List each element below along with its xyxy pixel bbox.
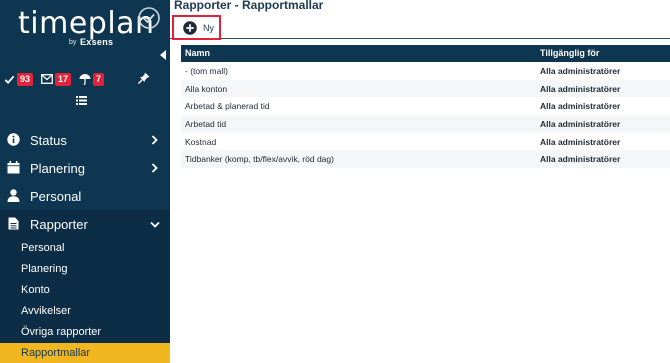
new-button-label: Ny — [203, 22, 214, 33]
document-icon — [8, 217, 19, 230]
nav-label-planering: Planering — [30, 160, 85, 176]
chevron-right-icon — [151, 135, 158, 145]
sidebar: timeplan by Exsens 93 17 7 Status Planer… — [0, 0, 170, 363]
table-row[interactable]: Arbetad & planerad tid Alla administratör… — [181, 97, 670, 115]
tasks-badge: 93 — [17, 72, 34, 86]
templates-table: Namn Tillgänglig för - (tom mall) Alla ad… — [181, 45, 670, 169]
pin-icon[interactable] — [138, 72, 150, 84]
nav-item-personal[interactable]: Personal — [0, 182, 170, 210]
messages-counter[interactable]: 17 — [41, 72, 72, 86]
submenu-item-planering[interactable]: Planering — [0, 259, 170, 280]
info-icon — [7, 133, 20, 146]
rapporter-submenu: Personal Planering Konto Avvikelser Övri… — [0, 238, 170, 363]
umbrella-icon — [79, 74, 91, 85]
page-title: Rapporter - Rapportmallar — [174, 0, 324, 12]
table-row[interactable]: Alla konton Alla administratörer — [181, 79, 670, 98]
cell-tillganglig: Alla administratörer — [540, 101, 621, 112]
table-row[interactable]: - (tom mall) Alla administratörer — [181, 62, 670, 80]
logo-text: timeplan — [18, 6, 155, 41]
nav-label-rapporter: Rapporter — [30, 216, 88, 232]
cell-tillganglig: Alla administratörer — [540, 83, 621, 94]
cell-tillganglig: Alla administratörer — [540, 66, 621, 76]
list-icon[interactable] — [76, 96, 87, 105]
main-nav: Status Planering Personal Rapporter Pers… — [0, 126, 170, 363]
absence-badge: 7 — [93, 72, 105, 86]
nav-label-personal: Personal — [30, 188, 82, 204]
nav-label-status: Status — [30, 132, 67, 148]
submenu-item-konto[interactable]: Konto — [0, 280, 170, 301]
cell-namn: Alla konton — [185, 83, 228, 94]
plus-circle-icon — [183, 20, 197, 35]
messages-badge: 17 — [55, 72, 72, 86]
chevron-right-icon — [151, 163, 158, 173]
notification-counters: 93 17 7 — [4, 71, 112, 87]
tasks-counter[interactable]: 93 — [4, 72, 34, 86]
logo-check-icon — [138, 7, 160, 29]
table-header: Namn Tillgänglig för — [181, 45, 670, 62]
nav-item-status[interactable]: Status — [0, 126, 170, 154]
nav-item-planering[interactable]: Planering — [0, 154, 170, 182]
toolbar: Ny — [170, 15, 670, 40]
nav-item-rapporter[interactable]: Rapporter — [0, 210, 170, 238]
check-icon — [4, 75, 15, 84]
timeplan-logo[interactable]: timeplan by Exsens — [18, 6, 160, 50]
logo-brand: Exsens — [80, 37, 114, 47]
cell-namn: Arbetad tid — [185, 119, 227, 130]
envelope-icon — [41, 74, 53, 84]
submenu-item-personal[interactable]: Personal — [0, 238, 170, 259]
cell-namn: Arbetad & planerad tid — [185, 101, 270, 112]
user-icon — [7, 189, 20, 202]
new-template-button[interactable]: Ny — [172, 15, 221, 40]
submenu-item-ovriga-rapporter[interactable]: Övriga rapporter — [0, 322, 170, 343]
absence-counter[interactable]: 7 — [79, 72, 105, 86]
cell-namn: Kostnad — [185, 136, 217, 147]
submenu-item-avvikelser[interactable]: Avvikelser — [0, 301, 170, 322]
table-body: - (tom mall) Alla administratörer Alla ko… — [181, 62, 670, 169]
table-row[interactable]: Arbetad tid Alla administratörer — [181, 115, 670, 133]
cell-namn: Tidbanker (komp, tb/flex/avvik, röd dag) — [185, 154, 334, 165]
column-header-namn[interactable]: Namn — [185, 48, 210, 58]
cell-tillganglig: Alla administratörer — [540, 119, 621, 130]
table-row[interactable]: Tidbanker (komp, tb/flex/avvik, röd dag)… — [181, 150, 670, 169]
cell-namn: - (tom mall) — [185, 66, 228, 76]
calendar-icon — [7, 161, 20, 174]
chevron-down-icon — [150, 221, 160, 228]
cell-tillganglig: Alla administratörer — [540, 136, 621, 147]
table-row[interactable]: Kostnad Alla administratörer — [181, 133, 670, 151]
collapse-sidebar-icon[interactable] — [160, 50, 166, 60]
submenu-item-rapportmallar[interactable]: Rapportmallar — [0, 343, 170, 363]
column-header-tillganglig-for[interactable]: Tillgänglig för — [540, 48, 599, 58]
logo-by: by — [69, 39, 77, 46]
cell-tillganglig: Alla administratörer — [540, 154, 621, 165]
